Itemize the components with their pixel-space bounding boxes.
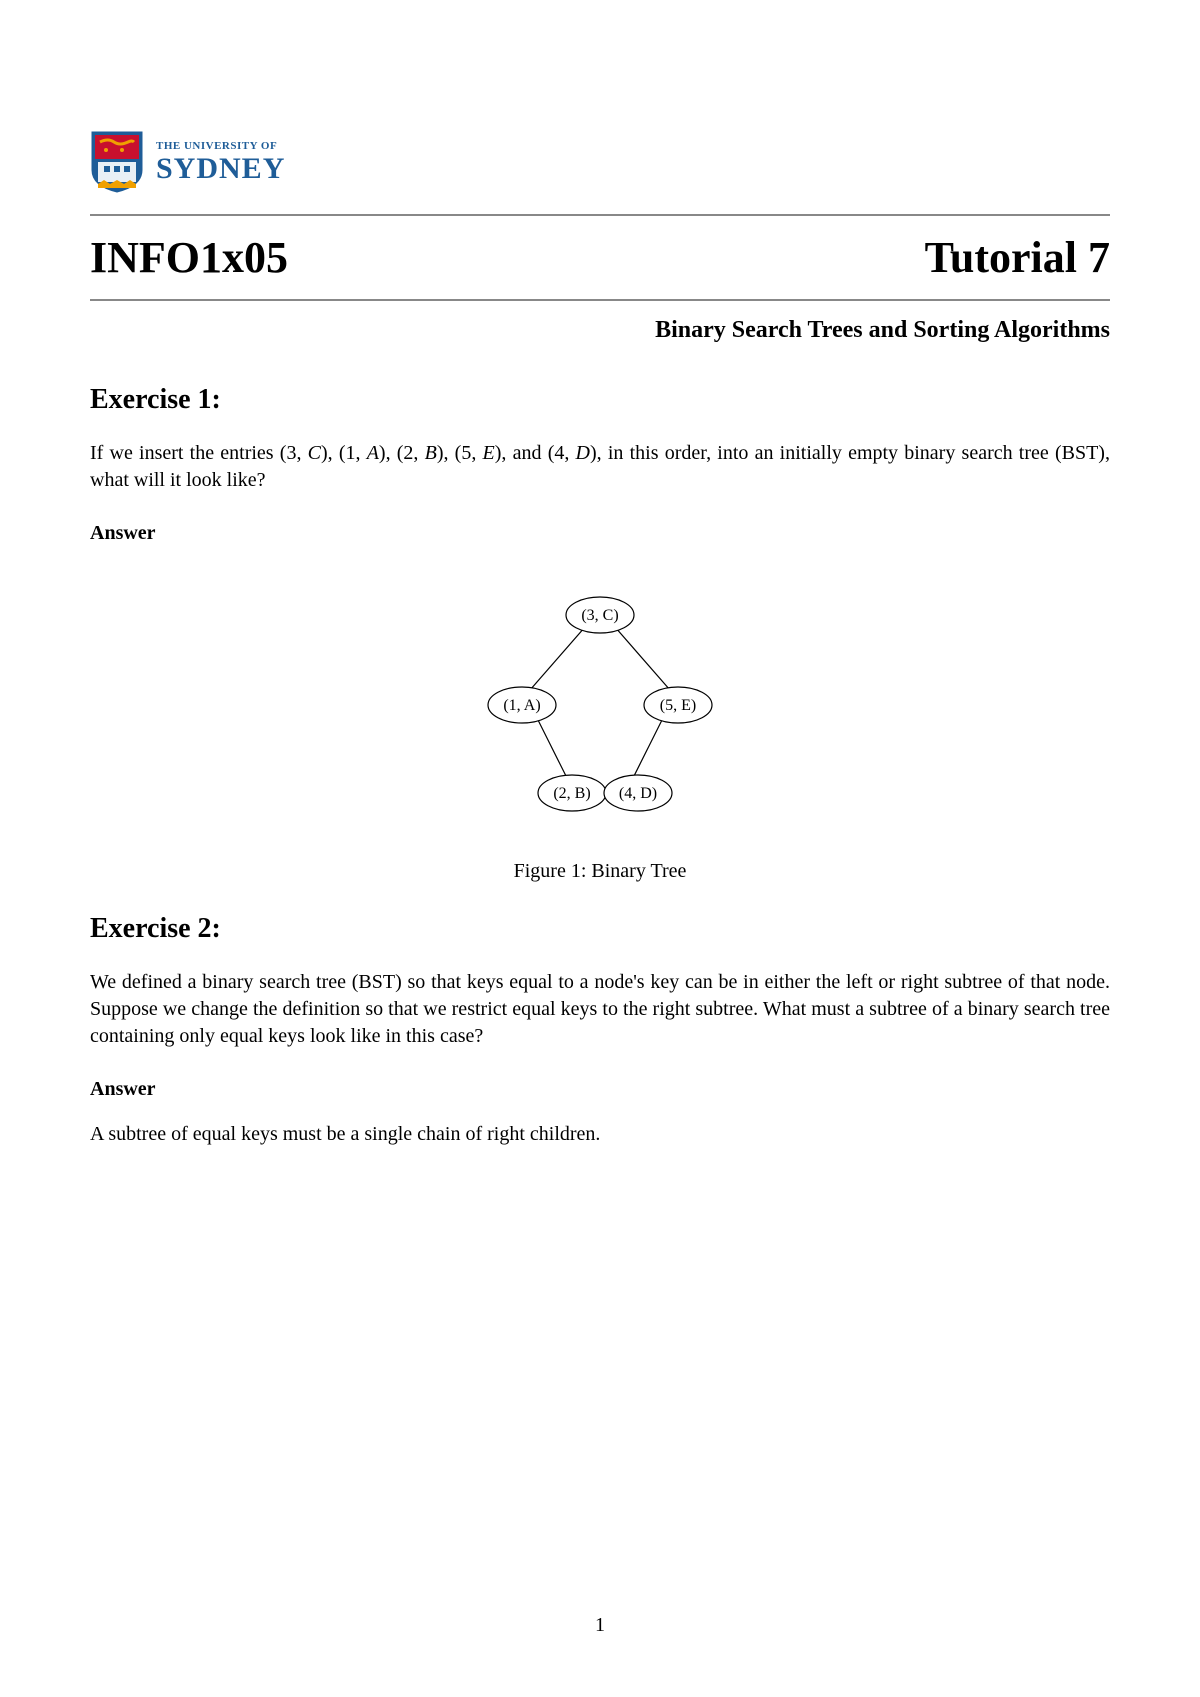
figure1: (3, C) (1, A) (5, E) (2, B) (4, D) Figur… [90, 585, 1110, 883]
logo-line2: SYDNEY [156, 154, 285, 184]
shield-icon [90, 130, 144, 194]
tree-node-left: (1, A) [503, 697, 540, 714]
rule-bottom [90, 299, 1110, 301]
document-page: THE UNIVERSITY OF SYDNEY INFO1x05 Tutori… [0, 0, 1200, 1697]
exercise2-answer-label: Answer [90, 1078, 1110, 1101]
document-subtitle: Binary Search Trees and Sorting Algorith… [90, 317, 1110, 344]
tree-node-left-right: (2, B) [553, 785, 590, 802]
binary-tree-diagram: (3, C) (1, A) (5, E) (2, B) (4, D) [450, 585, 750, 825]
tree-node-right-left: (4, D) [619, 785, 657, 802]
exercise1-question: If we insert the entries (3, C), (1, A),… [90, 440, 1110, 494]
tree-node-right: (5, E) [660, 697, 696, 714]
figure1-caption: Figure 1: Binary Tree [90, 860, 1110, 883]
course-code: INFO1x05 [90, 232, 288, 283]
exercise2-heading: Exercise 2: [90, 913, 1110, 945]
q1-entries: (3, C), (1, A), (2, B), (5, E) [280, 442, 502, 464]
q1-last-entry: (4, D) [548, 442, 597, 464]
exercise1-heading: Exercise 1: [90, 384, 1110, 416]
logo-text: THE UNIVERSITY OF SYDNEY [156, 141, 285, 184]
title-row: INFO1x05 Tutorial 7 [90, 222, 1110, 293]
q1-prefix: If we insert the entries [90, 442, 280, 464]
logo-line1: THE UNIVERSITY OF [156, 141, 285, 152]
exercise2-question: We defined a binary search tree (BST) so… [90, 969, 1110, 1050]
tutorial-number: Tutorial 7 [925, 232, 1110, 283]
exercise2-answer: A subtree of equal keys must be a single… [90, 1121, 1110, 1148]
university-logo: THE UNIVERSITY OF SYDNEY [90, 130, 1110, 194]
exercise1-answer-label: Answer [90, 522, 1110, 545]
page-number: 1 [0, 1614, 1200, 1637]
rule-top [90, 214, 1110, 216]
tree-node-root: (3, C) [581, 607, 618, 624]
